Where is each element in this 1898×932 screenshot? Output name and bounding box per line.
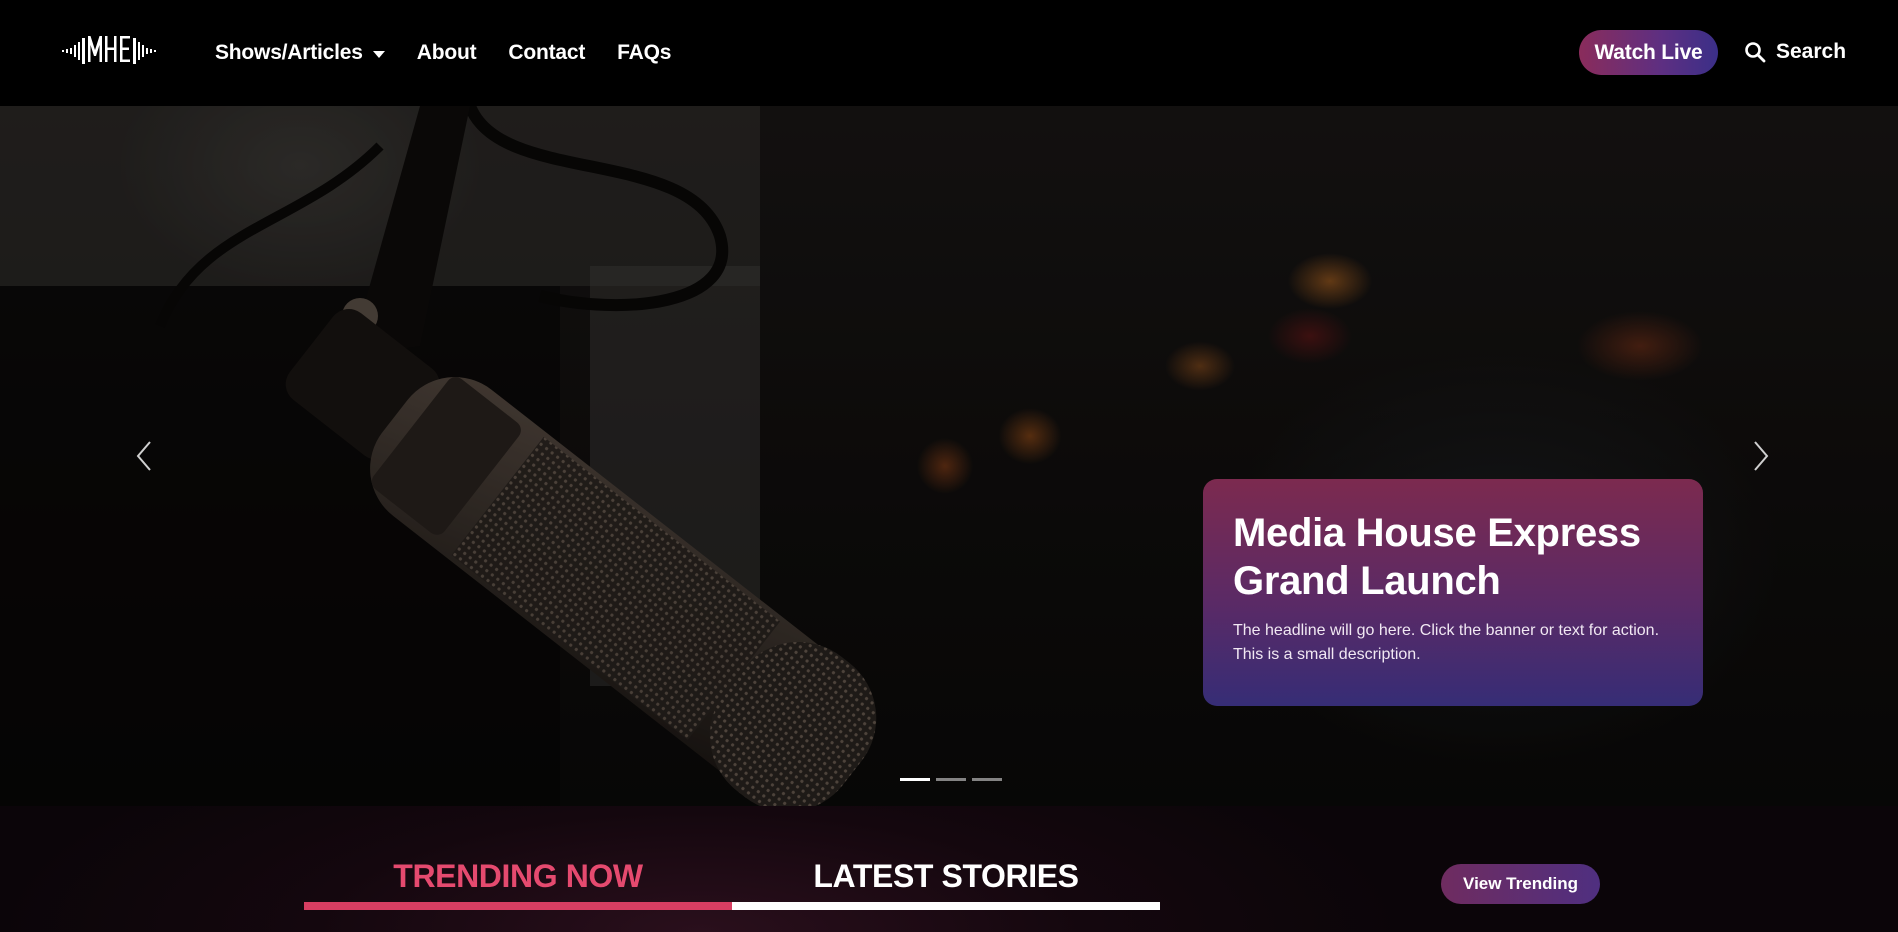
carousel-next-arrow[interactable] [1745,436,1775,476]
tab-trending-now[interactable]: TRENDING NOW [304,858,732,894]
carousel-indicators [900,778,1002,781]
carousel-indicator-1[interactable] [900,778,930,781]
tab-latest-stories[interactable]: LATEST STORIES [732,858,1160,894]
top-navbar: Shows/Articles About Contact FAQs Watch … [0,0,1898,106]
main-nav: Shows/Articles About Contact FAQs [215,0,671,106]
site-logo[interactable] [62,32,160,70]
view-trending-button[interactable]: View Trending [1441,864,1600,904]
search-label: Search [1776,40,1847,63]
watch-live-button[interactable]: Watch Live [1579,30,1718,75]
carousel-indicator-2[interactable] [936,778,966,781]
nav-about[interactable]: About [417,41,477,65]
carousel-indicator-3[interactable] [972,778,1002,781]
view-trending-label: View Trending [1463,874,1578,893]
tab-trending-underline [304,902,732,910]
nav-contact-label: Contact [508,41,586,64]
nav-faqs[interactable]: FAQs [617,41,671,65]
tab-latest-underline [732,902,1160,910]
watch-live-label: Watch Live [1594,40,1703,64]
hero-carousel[interactable]: Media House Express Grand Launch The hea… [0,106,1898,806]
hero-title[interactable]: Media House Express Grand Launch [1233,509,1673,605]
search-button[interactable]: Search [1744,36,1846,68]
nav-faqs-label: FAQs [617,41,672,64]
nav-shows-articles-label: Shows/Articles [215,41,363,64]
stories-section: TRENDING NOW LATEST STORIES View Trendin… [0,806,1898,932]
hero-description[interactable]: The headline will go here. Click the ban… [1233,619,1673,667]
carousel-prev-arrow[interactable] [130,436,160,476]
search-icon [1745,42,1766,63]
caret-down-icon [372,50,385,58]
nav-contact[interactable]: Contact [508,41,585,65]
nav-about-label: About [416,41,477,64]
hero-caption-card[interactable]: Media House Express Grand Launch The hea… [1203,479,1703,706]
nav-shows-articles[interactable]: Shows/Articles [215,41,385,65]
